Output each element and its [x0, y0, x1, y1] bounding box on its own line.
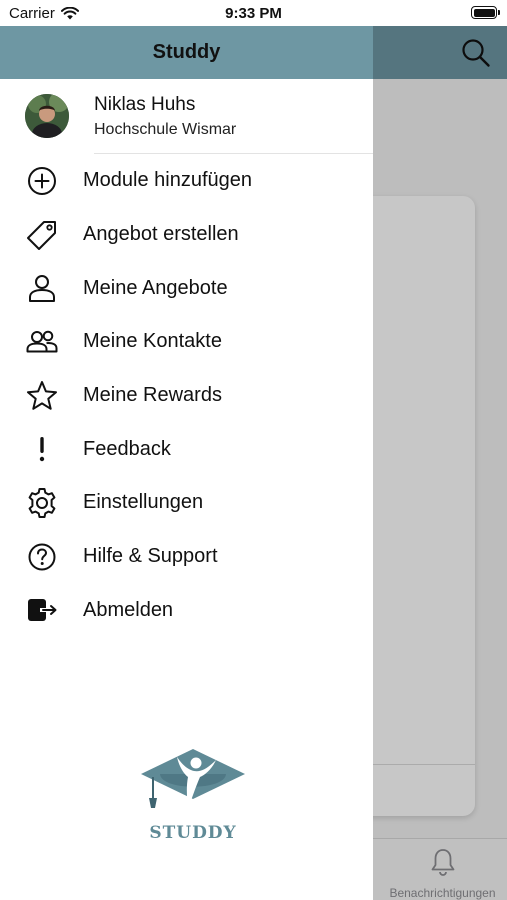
star-icon — [24, 378, 60, 414]
menu-item-meine-rewards[interactable]: Meine Rewards — [0, 369, 373, 423]
menu-label: Module hinzufügen — [83, 169, 253, 192]
menu-item-meine-kontakte[interactable]: Meine Kontakte — [0, 315, 373, 369]
menu-label: Angebot erstellen — [83, 223, 239, 246]
menu-label: Einstellungen — [83, 491, 204, 514]
exclamation-icon — [24, 431, 60, 467]
profile-university: Hochschule Wismar — [94, 121, 237, 138]
drawer-menu: Module hinzufügen Angebot erstellen Mein… — [0, 154, 373, 637]
drawer-title: Studdy — [152, 41, 221, 63]
menu-label: Feedback — [83, 437, 171, 460]
tag-icon — [24, 217, 60, 253]
menu-item-module-hinzufuegen[interactable]: Module hinzufügen — [0, 154, 373, 208]
question-circle-icon — [24, 539, 60, 575]
logout-icon — [24, 592, 60, 628]
menu-label: Hilfe & Support — [83, 545, 218, 568]
menu-item-feedback[interactable]: Feedback — [0, 422, 373, 476]
menu-item-einstellungen[interactable]: Einstellungen — [0, 476, 373, 530]
studdy-logo: STUDDY — [140, 746, 246, 843]
menu-item-abmelden[interactable]: Abmelden — [0, 584, 373, 638]
battery-icon — [471, 6, 500, 19]
side-drawer: Studdy Niklas Huhs Hochschule Wismar Mod… — [0, 26, 373, 900]
graduation-cap-icon — [141, 749, 245, 809]
status-time: 9:33 PM — [225, 5, 282, 22]
menu-label: Abmelden — [83, 598, 174, 621]
menu-item-hilfe-support[interactable]: Hilfe & Support — [0, 530, 373, 584]
logo-text: STUDDY — [149, 823, 237, 843]
menu-label: Meine Kontakte — [83, 330, 222, 353]
people-icon — [24, 324, 60, 360]
gear-icon — [24, 485, 60, 521]
menu-label: Meine Angebote — [83, 276, 228, 299]
plus-circle-icon — [24, 163, 60, 199]
profile-name: Niklas Huhs — [94, 94, 196, 115]
menu-item-angebot-erstellen[interactable]: Angebot erstellen — [0, 208, 373, 262]
person-icon — [24, 270, 60, 306]
drawer-header: Studdy — [0, 26, 373, 79]
profile-section[interactable]: Niklas Huhs Hochschule Wismar — [0, 79, 373, 154]
menu-label: Meine Rewards — [83, 384, 222, 407]
avatar — [25, 94, 69, 138]
menu-item-meine-angebote[interactable]: Meine Angebote — [0, 261, 373, 315]
status-bar: Carrier 9:33 PM — [0, 0, 507, 26]
